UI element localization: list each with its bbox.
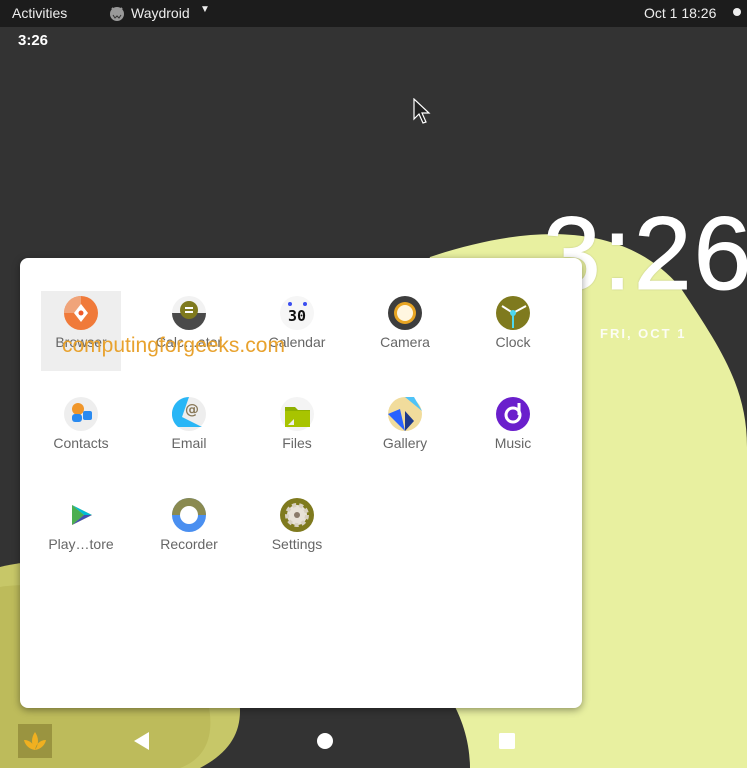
app-label: Calc…ator [155,334,223,350]
app-label: Camera [380,334,430,350]
app-label: Email [171,435,207,451]
app-label: Calendar [268,334,326,350]
app-label: Recorder [160,536,218,552]
app-label: Play…tore [48,536,114,552]
app-play-store[interactable]: Play…tore [41,493,121,573]
calendar-icon: 30 [280,296,314,330]
app-label: Music [494,435,532,451]
app-label: Settings [271,536,323,552]
app-contacts[interactable]: Contacts [41,392,121,472]
app-recorder[interactable]: Recorder [149,493,229,573]
recents-button-icon[interactable] [498,732,516,750]
status-dot-icon[interactable] [733,8,741,16]
gallery-icon [388,397,422,431]
app-music[interactable]: Music [473,392,553,472]
app-gallery[interactable]: Gallery [365,392,445,472]
app-camera[interactable]: Camera [365,291,445,371]
status-bar-time: 3:26 [18,32,49,49]
app-label: Clock [495,334,531,350]
mouse-cursor-icon [413,98,431,124]
app-calculator[interactable]: Calc…ator [149,291,229,371]
lotus-launcher-icon[interactable] [18,724,52,758]
browser-icon [64,296,98,330]
email-icon: @ [172,397,206,431]
svg-text:@: @ [185,402,199,418]
app-files[interactable]: Files [257,392,337,472]
app-clock[interactable]: Clock [473,291,553,371]
contacts-icon [64,397,98,431]
clock-icon [496,296,530,330]
app-label: Browser [55,334,107,350]
app-menu-button[interactable]: Waydroid [131,5,190,21]
back-button-icon[interactable] [133,731,151,751]
chevron-down-icon[interactable]: ▼ [200,4,210,15]
clock-button[interactable]: Oct 1 18:26 [644,5,716,21]
app-calendar[interactable]: 30 Calendar [257,291,337,371]
play-store-icon [72,505,92,525]
app-browser[interactable]: Browser [41,291,121,371]
app-settings[interactable]: Settings [257,493,337,573]
app-email[interactable]: @ Email [149,392,229,472]
home-button-icon[interactable] [316,732,334,750]
activities-button[interactable]: Activities [12,5,67,21]
camera-icon [388,296,422,330]
app-label: Contacts [53,435,109,451]
app-label: Gallery [382,435,428,451]
app-label: Files [282,435,312,451]
recorder-icon [172,498,206,532]
calculator-icon [172,296,206,330]
waydroid-icon [110,7,124,21]
settings-icon [280,498,314,532]
app-drawer: Browser Calc…ator 30 Calendar Camera Clo… [20,258,582,708]
music-icon [496,397,530,431]
files-icon [280,397,314,431]
gnome-top-bar: Activities Waydroid ▼ Oct 1 18:26 [0,0,747,27]
lockscreen-date: FRI, OCT 1 [600,326,687,341]
svg-text:30: 30 [288,307,306,325]
